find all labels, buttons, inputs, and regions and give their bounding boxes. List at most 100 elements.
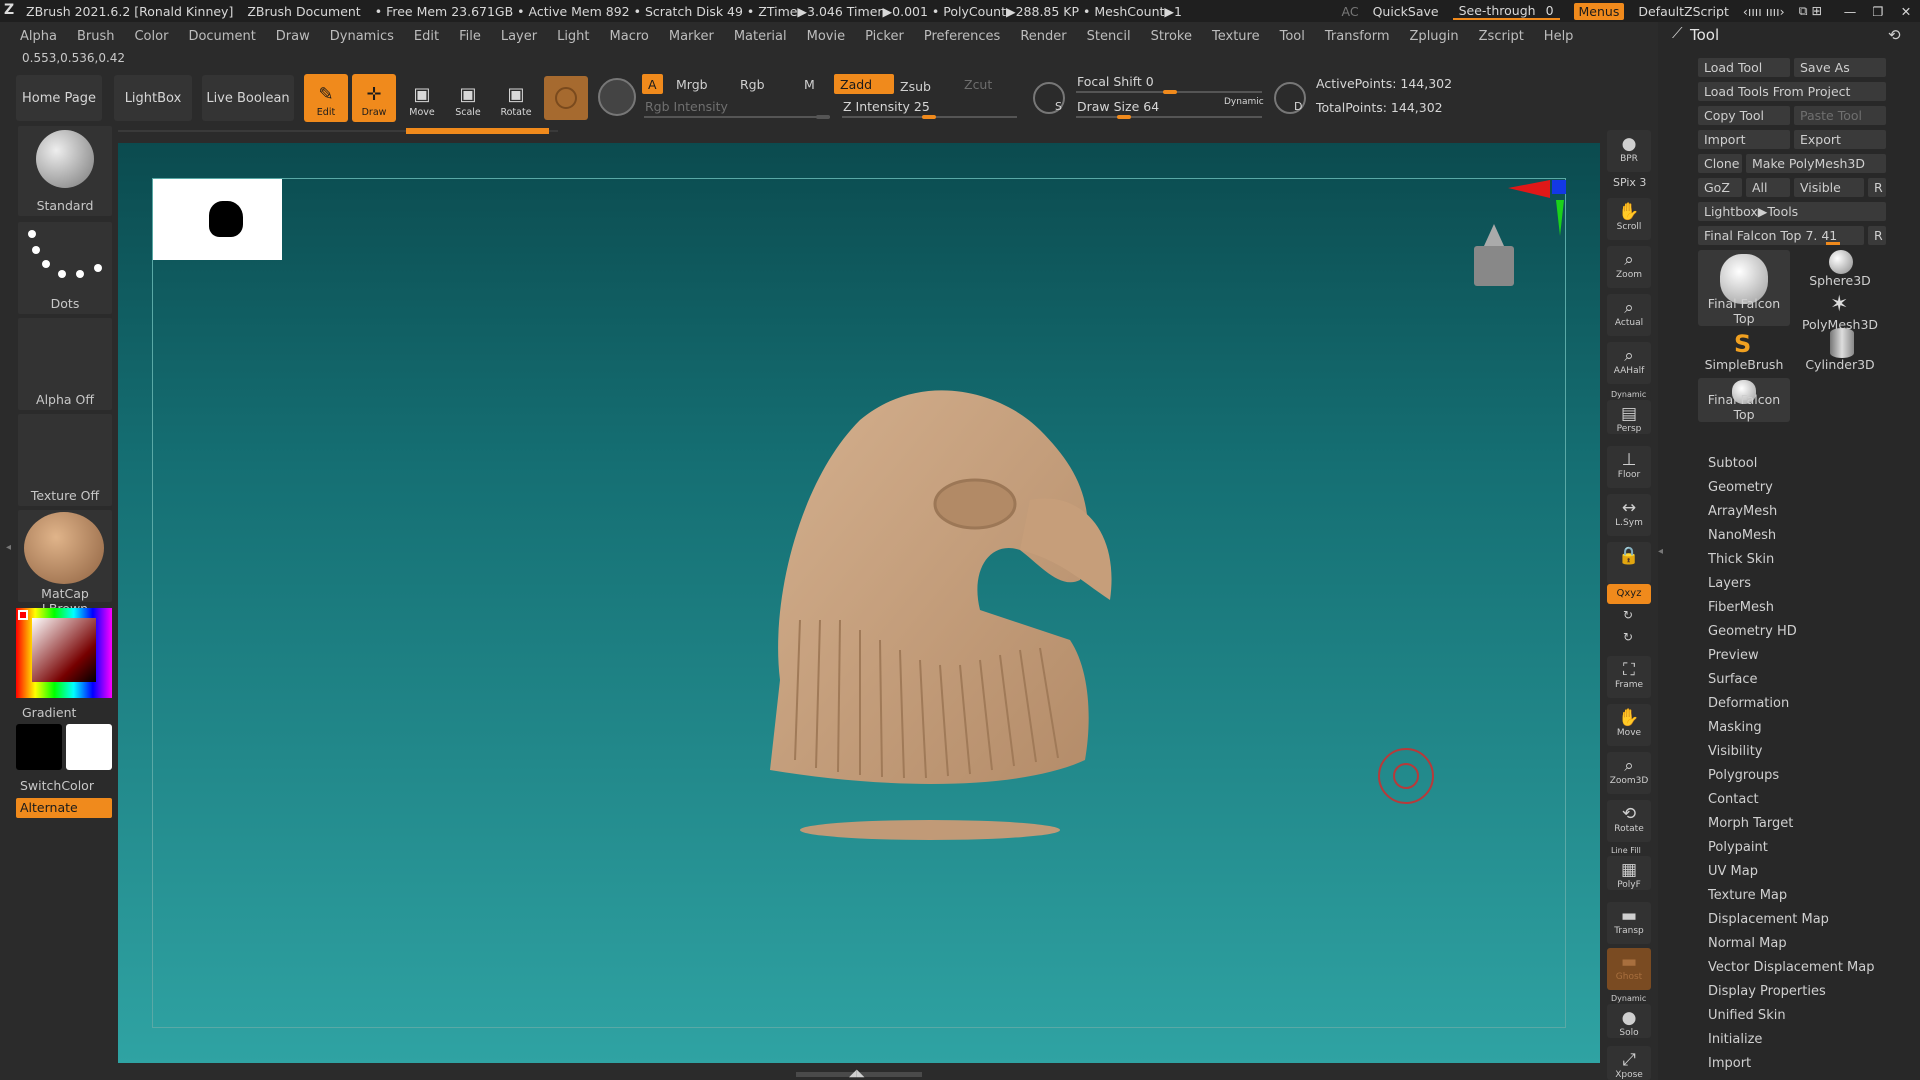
texture-picker[interactable]: Texture Off (18, 414, 112, 506)
gizmo-mannequin-icon[interactable] (1464, 218, 1524, 290)
stroke-picker[interactable]: Dots (18, 222, 112, 314)
goz-button[interactable]: GoZ (1698, 178, 1742, 197)
xpose-button[interactable]: ⤢ Xpose (1607, 1046, 1651, 1080)
material-swatch-button[interactable] (544, 76, 588, 120)
zadd-toggle[interactable]: Zadd (834, 74, 894, 94)
transp-button[interactable]: ▬ Transp (1607, 902, 1651, 944)
zoom-button[interactable]: ⌕ Zoom (1607, 246, 1651, 288)
alpha-picker[interactable]: Alpha Off (18, 318, 112, 410)
ac-button[interactable]: AC (1342, 4, 1359, 19)
move-mode-button[interactable]: ▣ Move (400, 74, 444, 122)
bottom-tray-arrows-icon[interactable]: ◢◣ (849, 1068, 864, 1079)
menu-transform[interactable]: Transform (1325, 29, 1390, 44)
menu-preferences[interactable]: Preferences (924, 29, 1000, 44)
seethrough-slider[interactable]: See-through 0 (1452, 3, 1560, 20)
subpalette-display-properties[interactable]: Display Properties (1708, 984, 1875, 1008)
subpalette-texture-map[interactable]: Texture Map (1708, 888, 1875, 912)
falcon-model[interactable] (740, 380, 1200, 840)
primary-color-swatch[interactable] (16, 724, 62, 770)
rotate-view-button[interactable]: ⟲ Rotate (1607, 800, 1651, 842)
paste-tool-button[interactable]: Paste Tool (1794, 106, 1886, 125)
rotate-z-icon[interactable]: ↻ (1623, 630, 1633, 644)
menu-marker[interactable]: Marker (669, 29, 714, 44)
menu-movie[interactable]: Movie (807, 29, 845, 44)
switchcolor-button[interactable]: SwitchColor (20, 778, 114, 793)
material-picker[interactable]: MatCap LBrown (18, 510, 112, 616)
lightbox-tools-button[interactable]: Lightbox▶Tools (1698, 202, 1886, 221)
draw-size-slider[interactable] (1076, 116, 1262, 118)
frame-button[interactable]: ⛶ Frame (1607, 656, 1651, 698)
menu-alpha[interactable]: Alpha (20, 29, 57, 44)
zoom3d-button[interactable]: ⌕ Zoom3D (1607, 752, 1651, 794)
menu-draw[interactable]: Draw (276, 29, 310, 44)
rotate-y-icon[interactable]: ↻ (1623, 608, 1633, 622)
subpalette-visibility[interactable]: Visibility (1708, 744, 1875, 768)
actual-button[interactable]: ⌕ Actual (1607, 294, 1651, 336)
menu-layer[interactable]: Layer (501, 29, 537, 44)
maximize-icon[interactable]: ❐ (1864, 4, 1892, 19)
left-tray-collapse-icon[interactable]: ◂ (6, 542, 11, 553)
subpalette-vector-displacement-map[interactable]: Vector Displacement Map (1708, 960, 1875, 984)
subpalette-unified-skin[interactable]: Unified Skin (1708, 1008, 1875, 1032)
layout-arrows-icon[interactable]: ‹ıııı ıııı› (1743, 4, 1785, 19)
tool-palette-title[interactable]: Tool (1690, 26, 1719, 44)
menu-macro[interactable]: Macro (610, 29, 649, 44)
lightbox-button[interactable]: LightBox (114, 75, 192, 121)
menu-material[interactable]: Material (734, 29, 787, 44)
subpalette-surface[interactable]: Surface (1708, 672, 1875, 696)
subpalette-initialize[interactable]: Initialize (1708, 1032, 1875, 1056)
tool-thumb-polymesh3d[interactable]: ✶ PolyMesh3D (1794, 292, 1886, 332)
floor-button[interactable]: ⊥ Floor (1607, 446, 1651, 488)
a-toggle[interactable]: A (642, 74, 663, 94)
menu-light[interactable]: Light (557, 29, 589, 44)
aahalf-button[interactable]: ⌕ AAHalf (1607, 342, 1651, 384)
load-from-project-button[interactable]: Load Tools From Project (1698, 82, 1886, 101)
spix-slider[interactable]: SPix 3 (1613, 176, 1646, 189)
tool-thumb-falcon-2[interactable]: Final Falcon Top (1698, 378, 1790, 422)
export-button[interactable]: Export (1794, 130, 1886, 149)
clone-button[interactable]: Clone (1698, 154, 1742, 173)
subpalette-nanomesh[interactable]: NanoMesh (1708, 528, 1875, 552)
alternate-button[interactable]: Alternate (16, 798, 112, 818)
right-tray-collapse-icon[interactable]: ◂ (1658, 546, 1663, 557)
current-tool-r-button[interactable]: R (1868, 226, 1886, 245)
color-square[interactable] (32, 618, 96, 682)
menu-tool[interactable]: Tool (1280, 29, 1305, 44)
menu-color[interactable]: Color (134, 29, 168, 44)
make-polymesh-button[interactable]: Make PolyMesh3D (1746, 154, 1886, 173)
subpalette-import[interactable]: Import (1708, 1056, 1875, 1080)
subpalette-geometry[interactable]: Geometry (1708, 480, 1875, 504)
brush-picker[interactable]: Standard (18, 126, 112, 216)
goz-all-button[interactable]: All (1746, 178, 1790, 197)
tool-thumb-simplebrush[interactable]: S SimpleBrush (1698, 330, 1790, 372)
subpalette-displacement-map[interactable]: Displacement Map (1708, 912, 1875, 936)
menu-render[interactable]: Render (1020, 29, 1066, 44)
load-tool-button[interactable]: Load Tool (1698, 58, 1790, 77)
window-layout-icon[interactable]: ⧉ ⊞ (1799, 3, 1822, 19)
zsub-toggle[interactable]: Zsub (894, 76, 954, 96)
subpalette-thick-skin[interactable]: Thick Skin (1708, 552, 1875, 576)
lsym-button[interactable]: ↔ L.Sym (1607, 494, 1651, 536)
m-toggle[interactable]: M (798, 74, 821, 94)
dynamic-toggle[interactable]: Dynamic (1224, 97, 1264, 107)
subpalette-uv-map[interactable]: UV Map (1708, 864, 1875, 888)
close-icon[interactable]: ✕ (1892, 4, 1920, 19)
symmetry-sphere-icon[interactable] (598, 78, 636, 116)
polyf-button[interactable]: ▦ PolyF (1607, 856, 1651, 890)
live-boolean-button[interactable]: Live Boolean (202, 75, 294, 121)
home-page-button[interactable]: Home Page (16, 75, 102, 121)
menu-stencil[interactable]: Stencil (1087, 29, 1131, 44)
save-as-button[interactable]: Save As (1794, 58, 1886, 77)
menu-zplugin[interactable]: Zplugin (1410, 29, 1459, 44)
menu-help[interactable]: Help (1544, 29, 1574, 44)
goz-visible-button[interactable]: Visible (1794, 178, 1864, 197)
tool-palette-pin-icon[interactable]: ⟋ (1672, 24, 1683, 42)
bpr-render-button[interactable]: ● BPR (1607, 130, 1651, 172)
menu-document[interactable]: Document (188, 29, 255, 44)
subpalette-polypaint[interactable]: Polypaint (1708, 840, 1875, 864)
menu-dynamics[interactable]: Dynamics (330, 29, 394, 44)
gradient-label[interactable]: Gradient (22, 705, 82, 720)
color-picker[interactable] (16, 608, 112, 698)
menu-stroke[interactable]: Stroke (1151, 29, 1192, 44)
menu-brush[interactable]: Brush (77, 29, 115, 44)
